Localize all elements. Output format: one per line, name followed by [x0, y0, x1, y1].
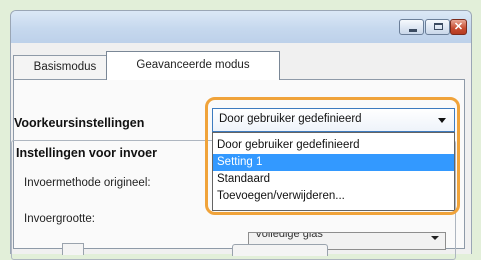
input-size-value: Volledige glas	[255, 232, 323, 240]
settings-button[interactable]	[232, 244, 328, 256]
option-add-remove[interactable]: Toevoegen/verwijderen...	[213, 188, 454, 205]
option-setting-1[interactable]: Setting 1	[213, 154, 454, 171]
close-button[interactable]: ✕	[450, 19, 467, 35]
option-user-defined[interactable]: Door gebruiker gedefinieerd	[213, 137, 454, 154]
input-size-preview-button[interactable]	[62, 243, 84, 255]
title-bar: ✕	[11, 11, 471, 43]
chevron-down-icon	[431, 236, 439, 240]
maximize-button[interactable]	[425, 19, 450, 35]
chevron-down-icon	[438, 118, 446, 123]
input-method-label: Invoermethode origineel:	[24, 177, 151, 189]
preferences-selected-value: Door gebruiker gedefinieerd	[219, 113, 362, 125]
tab-basismodus[interactable]: Basismodus	[13, 55, 117, 79]
input-settings-title: Instellingen voor invoer	[16, 146, 212, 160]
input-size-label: Invoergrootte:	[24, 213, 95, 225]
tab-geavanceerde-modus[interactable]: Geavanceerde modus	[106, 51, 280, 80]
maximize-icon	[434, 23, 443, 30]
minimize-icon	[409, 29, 417, 32]
preferences-select[interactable]: Door gebruiker gedefinieerd	[212, 108, 455, 132]
preferences-dropdown-list: Door gebruiker gedefinieerd Setting 1 St…	[212, 132, 455, 211]
close-icon: ✕	[453, 21, 464, 33]
option-standaard[interactable]: Standaard	[213, 171, 454, 188]
minimize-button[interactable]	[399, 19, 424, 35]
preferences-label: Voorkeursinstellingen	[14, 116, 145, 130]
